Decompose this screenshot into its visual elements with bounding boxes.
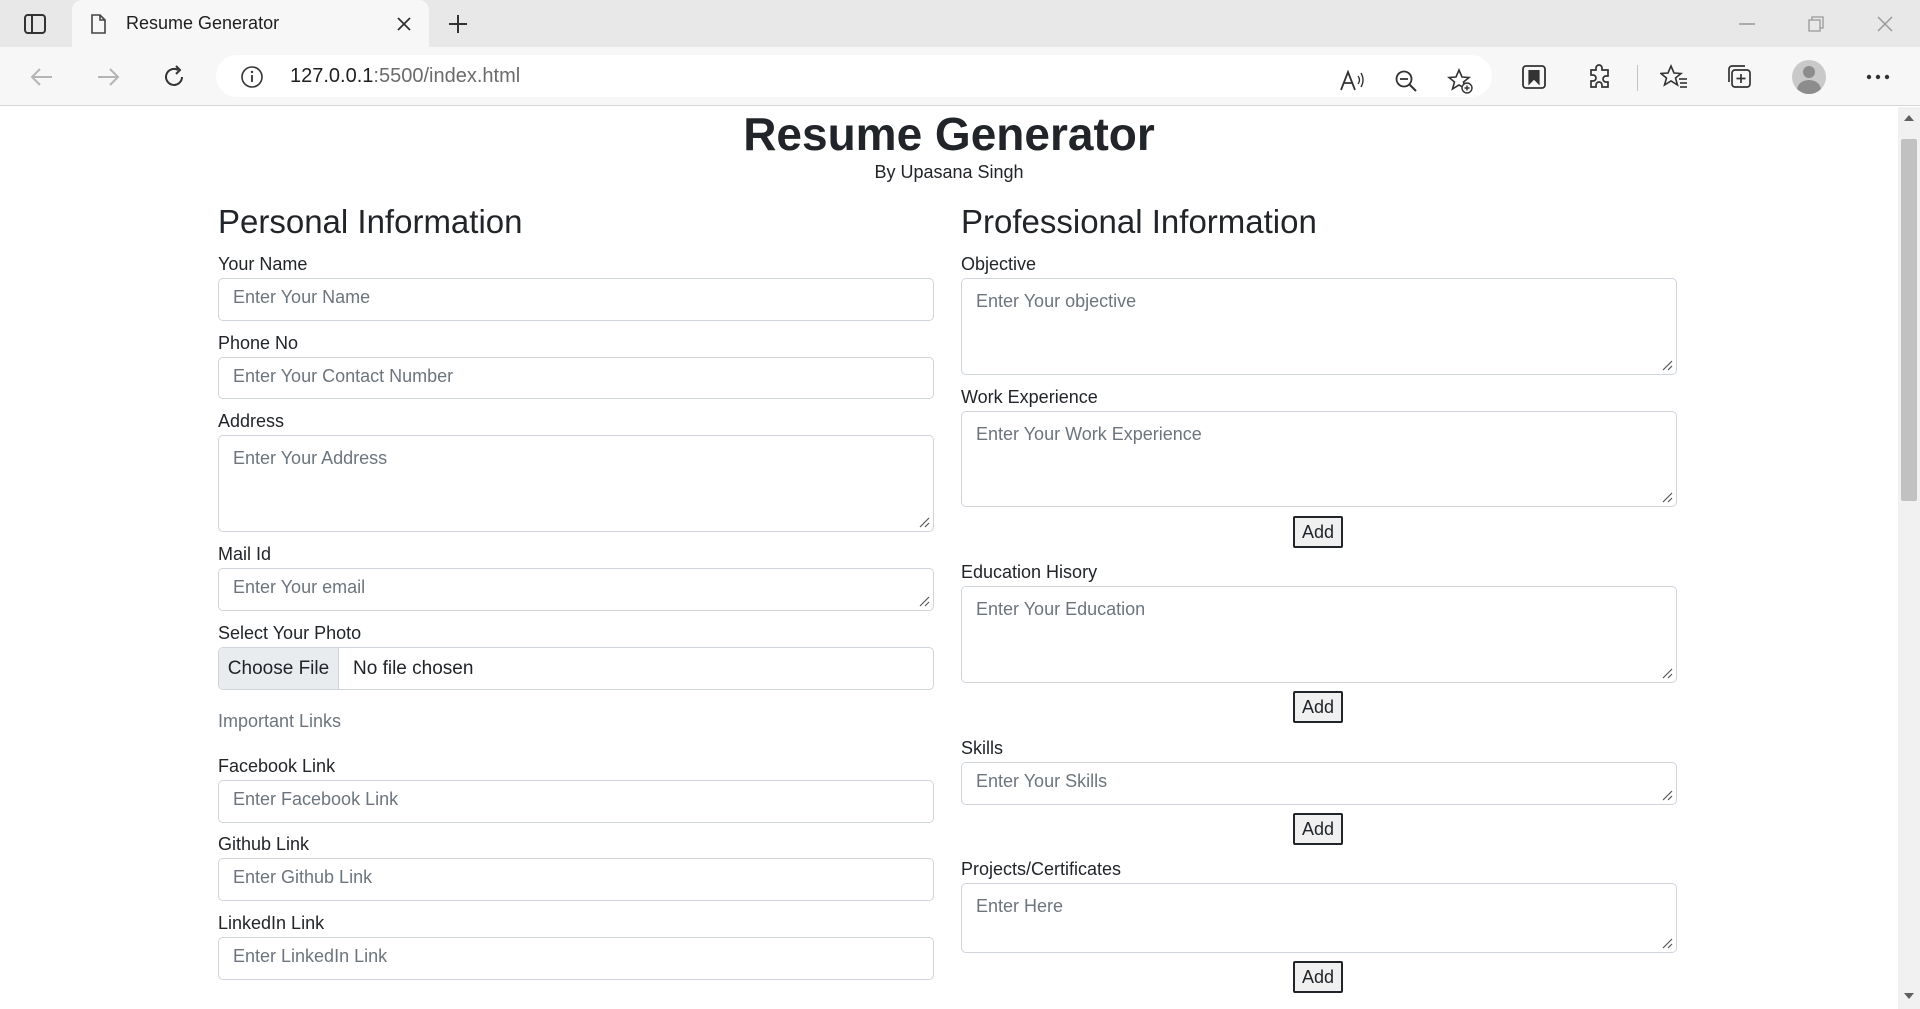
back-icon[interactable] <box>26 61 58 93</box>
github-input[interactable]: Enter Github Link <box>218 858 934 901</box>
url-field[interactable]: 127.0.0.1:5500/index.html <box>216 55 1492 97</box>
work-experience-placeholder: Enter Your Work Experience <box>976 424 1202 444</box>
scroll-down-icon[interactable] <box>1904 993 1914 999</box>
collections-icon[interactable] <box>1724 61 1756 93</box>
tab-title: Resume Generator <box>126 13 280 33</box>
close-tab-icon[interactable] <box>392 12 416 36</box>
linkedin-input[interactable]: Enter LinkedIn Link <box>218 937 934 980</box>
active-tab[interactable]: Resume Generator <box>72 0 429 48</box>
facebook-label: Facebook Link <box>218 756 336 776</box>
name-placeholder: Enter Your Name <box>233 287 371 307</box>
objective-placeholder: Enter Your objective <box>976 291 1137 311</box>
no-file-text: No file chosen <box>353 658 474 679</box>
linkedin-label: LinkedIn Link <box>218 913 325 933</box>
work-experience-label: Work Experience <box>961 387 1098 407</box>
phone-label: Phone No <box>218 333 299 353</box>
restore-icon[interactable] <box>1802 10 1830 38</box>
page-icon <box>90 14 106 39</box>
add-skills-button[interactable]: Add <box>1293 813 1343 845</box>
tab-bar: Resume Generator <box>0 0 1920 48</box>
github-label: Github Link <box>218 834 310 854</box>
add-education-button[interactable]: Add <box>1293 691 1343 723</box>
education-placeholder: Enter Your Education <box>976 599 1146 619</box>
professional-info-heading: Professional Information <box>961 203 1317 240</box>
resize-grip-icon[interactable] <box>919 596 930 607</box>
mail-placeholder: Enter Your email <box>233 577 366 597</box>
facebook-input[interactable]: Enter Facebook Link <box>218 780 934 823</box>
page-scrollbar[interactable] <box>1898 107 1920 1009</box>
objective-label: Objective <box>961 254 1037 274</box>
resize-grip-icon[interactable] <box>1662 790 1673 801</box>
page-byline: By Upasana Singh <box>874 162 1024 182</box>
new-tab-icon[interactable] <box>444 10 472 38</box>
personal-info-heading: Personal Information <box>218 203 523 240</box>
skills-textarea[interactable]: Enter Your Skills <box>961 762 1677 805</box>
zoom-out-icon[interactable] <box>1392 67 1420 95</box>
reload-icon[interactable] <box>158 61 190 93</box>
photo-label: Select Your Photo <box>218 623 362 643</box>
important-links-heading: Important Links <box>218 711 342 731</box>
work-experience-textarea[interactable]: Enter Your Work Experience <box>961 411 1677 507</box>
reading-list-icon[interactable] <box>1518 61 1550 93</box>
skills-label: Skills <box>961 738 1004 758</box>
address-bar-row: 127.0.0.1:5500/index.html <box>0 47 1920 106</box>
mail-input[interactable]: Enter Your email <box>218 568 934 611</box>
phone-placeholder: Enter Your Contact Number <box>233 366 454 386</box>
more-menu-icon[interactable] <box>1862 61 1894 93</box>
scroll-up-icon[interactable] <box>1904 115 1914 121</box>
phone-input[interactable]: Enter Your Contact Number <box>218 357 934 399</box>
github-placeholder: Enter Github Link <box>233 867 373 887</box>
facebook-placeholder: Enter Facebook Link <box>233 789 399 809</box>
add-work-experience-button[interactable]: Add <box>1293 516 1343 548</box>
site-info-icon[interactable] <box>240 65 264 94</box>
close-window-icon[interactable] <box>1871 10 1899 38</box>
page-title: Resume Generator <box>743 108 1155 160</box>
projects-placeholder: Enter Here <box>976 896 1064 916</box>
education-textarea[interactable]: Enter Your Education <box>961 586 1677 683</box>
profile-avatar[interactable] <box>1792 60 1826 94</box>
skills-placeholder: Enter Your Skills <box>976 771 1108 791</box>
toolbar-divider <box>1637 65 1638 91</box>
name-label: Your Name <box>218 254 308 274</box>
forward-icon[interactable] <box>92 61 124 93</box>
url-text: 127.0.0.1:5500/index.html <box>290 65 520 88</box>
name-input[interactable]: Enter Your Name <box>218 278 934 321</box>
resize-grip-icon[interactable] <box>1662 492 1673 503</box>
address-label: Address <box>218 411 285 431</box>
resize-grip-icon[interactable] <box>1662 360 1673 371</box>
extensions-icon[interactable] <box>1584 61 1616 93</box>
linkedin-placeholder: Enter LinkedIn Link <box>233 946 388 966</box>
read-aloud-icon[interactable] <box>1338 67 1366 95</box>
minimize-icon[interactable] <box>1733 10 1761 38</box>
choose-file-button[interactable]: Choose File <box>219 648 339 689</box>
resize-grip-icon[interactable] <box>1662 668 1673 679</box>
address-placeholder: Enter Your Address <box>233 448 388 468</box>
address-textarea[interactable]: Enter Your Address <box>218 435 934 532</box>
page-viewport: Resume Generator By Upasana Singh Person… <box>0 107 1898 1009</box>
photo-file-input[interactable]: Choose File No file chosen <box>218 647 934 690</box>
tab-actions-icon[interactable] <box>18 10 52 38</box>
education-label: Education Hisory <box>961 562 1098 582</box>
projects-label: Projects/Certificates <box>961 859 1122 879</box>
mail-label: Mail Id <box>218 544 272 564</box>
objective-textarea[interactable]: Enter Your objective <box>961 278 1677 375</box>
url-path: :5500/index.html <box>373 65 521 87</box>
url-host: 127.0.0.1 <box>290 65 374 87</box>
add-favorite-icon[interactable] <box>1446 67 1474 95</box>
scrollbar-thumb[interactable] <box>1901 139 1917 501</box>
resize-grip-icon[interactable] <box>919 517 930 528</box>
favorites-icon[interactable] <box>1658 61 1690 93</box>
add-projects-button[interactable]: Add <box>1293 961 1343 993</box>
projects-textarea[interactable]: Enter Here <box>961 883 1677 953</box>
resize-grip-icon[interactable] <box>1662 938 1673 949</box>
